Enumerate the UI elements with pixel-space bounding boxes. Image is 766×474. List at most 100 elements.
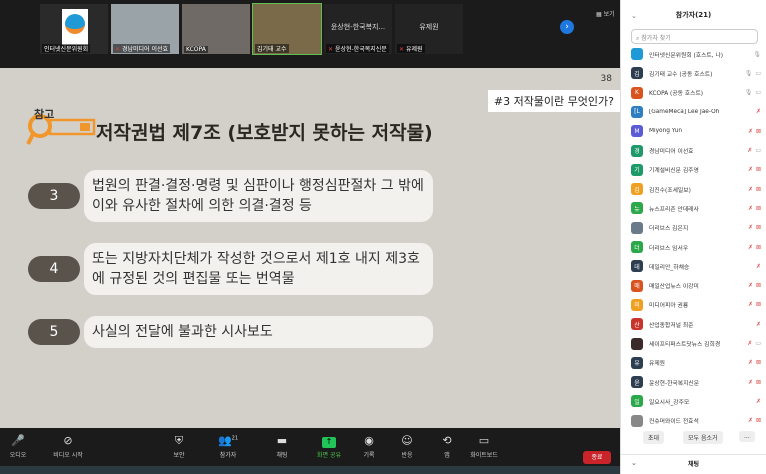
participant-row[interactable]: 세이프티퍼스트닷뉴스 김희경 ✗ ▭ bbox=[631, 337, 761, 351]
participant-row[interactable]: K KCOPA (공동 호스트) 🎙 ▭ bbox=[631, 86, 761, 100]
slide-list-item: 3 법원의 판결·결정·명령 및 심판이나 행정심판절차 그 밖에 이와 유사한 … bbox=[28, 170, 433, 222]
chat-section-header[interactable]: ⌄ 채팅 bbox=[621, 454, 766, 468]
mic-off-icon[interactable]: ✗ bbox=[748, 244, 753, 251]
video-off-icon[interactable]: ⊠ bbox=[756, 166, 761, 173]
participant-name: 더리브스 임서우 bbox=[649, 245, 689, 252]
mic-off-icon[interactable]: ✗ bbox=[756, 398, 761, 405]
mic-off-icon[interactable]: ✗ bbox=[748, 359, 753, 366]
mic-off-icon[interactable]: ✗ bbox=[748, 282, 753, 289]
shared-slide: 38 #3 저작물이란 무엇인가? 참고 저작권법 제7조 (보호받지 못하는 … bbox=[0, 68, 620, 428]
more-button[interactable]: ... bbox=[739, 431, 755, 442]
video-off-icon[interactable]: ⊠ bbox=[756, 379, 761, 386]
participant-row[interactable]: M Miyong Yun ✗ ⊠ bbox=[631, 124, 761, 138]
microphone-icon[interactable]: 🎙 bbox=[745, 70, 753, 77]
mic-off-icon[interactable]: ✗ bbox=[748, 301, 753, 308]
participant-name: 김기태 교수 (공동 호스트) bbox=[649, 71, 713, 78]
mic-off-icon[interactable]: ✗ bbox=[756, 263, 761, 270]
invite-button[interactable]: 초대 bbox=[643, 431, 665, 444]
participant-row[interactable]: 일 일요시사_강주모 ✗ bbox=[631, 394, 761, 408]
mic-off-icon[interactable]: ✗ bbox=[748, 417, 753, 424]
participant-name: 더리브스 김은지 bbox=[649, 226, 689, 233]
participant-name-tag: 인터넷신문위원회 bbox=[42, 44, 91, 53]
participant-row[interactable]: 산 산업종합저널 최준 ✗ bbox=[631, 317, 761, 331]
toolbar-video-off-button[interactable]: ⊘ 비디오 시작 bbox=[44, 434, 92, 459]
mic-off-icon[interactable]: ✗ bbox=[748, 128, 753, 135]
participant-row[interactable]: 더리브스 김은지 ✗ ⊠ bbox=[631, 221, 761, 235]
toolbar-shield-button[interactable]: ⛨ 보안 bbox=[155, 434, 203, 459]
mic-off-icon[interactable]: ✗ bbox=[748, 166, 753, 173]
video-tile[interactable]: 윤상현-한국복지... ✕ 윤상현-한국복지신문 bbox=[324, 4, 392, 54]
avatar: [L bbox=[631, 105, 643, 118]
mic-off-icon[interactable]: ✗ bbox=[747, 340, 752, 347]
mute-all-button[interactable]: 모두 음소거 bbox=[683, 431, 723, 444]
video-icon[interactable]: ▭ bbox=[755, 147, 761, 154]
slide-page-number: 38 bbox=[600, 74, 612, 84]
video-tile[interactable]: KCOPA bbox=[182, 4, 250, 54]
avatar: K bbox=[631, 86, 643, 99]
participant-row[interactable]: 더 더리브스 임서우 ✗ ⊠ bbox=[631, 240, 761, 254]
shield-icon: ⛨ bbox=[174, 434, 184, 447]
participant-row[interactable]: 김 김진수(조세일보) ✗ ⊠ bbox=[631, 182, 761, 196]
video-off-icon[interactable]: ⊠ bbox=[756, 282, 761, 289]
tile-name: KCOPA bbox=[186, 46, 206, 53]
toolbar-chat-button[interactable]: ▬ 채팅 bbox=[258, 434, 306, 459]
participant-row[interactable]: 매 매일산업뉴스 이강미 ✗ ⊠ bbox=[631, 279, 761, 293]
participant-row[interactable]: 데 데일리안_하채승 ✗ bbox=[631, 259, 761, 273]
tile-name: 유제원 bbox=[405, 46, 423, 53]
video-icon[interactable]: ▭ bbox=[755, 70, 761, 77]
toolbar-whiteboard-button[interactable]: ▭ 화이트보드 bbox=[460, 434, 508, 459]
participant-search-input[interactable]: ⌕ 참가자 찾기 bbox=[631, 29, 758, 44]
chevron-right-icon[interactable]: › bbox=[560, 20, 574, 34]
participant-row[interactable]: 미 미디어피아 권룡 ✗ ⊠ bbox=[631, 298, 761, 312]
microphone-icon[interactable]: 🎙 bbox=[745, 89, 753, 96]
video-tile[interactable]: 유제원 ✕ 유제원 bbox=[395, 4, 463, 54]
video-off-icon[interactable]: ⊠ bbox=[756, 205, 761, 212]
mic-off-icon[interactable]: ✗ bbox=[748, 205, 753, 212]
end-meeting-button[interactable]: 종료 bbox=[583, 451, 611, 464]
microphone-icon[interactable]: 🎙 bbox=[753, 51, 761, 58]
avatar bbox=[631, 221, 643, 234]
avatar: 김 bbox=[631, 183, 643, 196]
video-off-icon[interactable]: ⊠ bbox=[756, 186, 761, 193]
avatar bbox=[631, 48, 643, 60]
participant-row[interactable]: 기 기계설비신문 김주영 ✗ ⊠ bbox=[631, 163, 761, 177]
participant-name-tag: ✕ 유제원 bbox=[397, 44, 425, 53]
video-icon[interactable]: ▭ bbox=[755, 340, 761, 347]
participant-name: 윤상현-한국복지신문 bbox=[649, 380, 700, 387]
video-tile[interactable]: 인터넷신문위원회 bbox=[40, 4, 108, 54]
participant-row[interactable]: 김 김기태 교수 (공동 호스트) 🎙 ▭ bbox=[631, 66, 761, 80]
mic-off-icon[interactable]: ✗ bbox=[756, 321, 761, 328]
participant-row[interactable]: 경 경남미디어 이선효 ✗ ▭ bbox=[631, 144, 761, 158]
toolbar-label: 비디오 시작 bbox=[53, 452, 83, 459]
mic-off-icon[interactable]: ✗ bbox=[756, 108, 761, 115]
participant-row[interactable]: 인터넷신문위원회 (호스트, 나) 🎙 bbox=[631, 47, 761, 61]
video-icon[interactable]: ▭ bbox=[755, 89, 761, 96]
participant-name-large: 유제원 bbox=[419, 23, 439, 31]
participant-row[interactable]: 윤 윤상현-한국복지신문 ✗ ⊠ bbox=[631, 375, 761, 389]
participant-name: 기계설비신문 김주영 bbox=[649, 168, 699, 175]
slide-list-item: 4 또는 지방자치단체가 작성한 것으로서 제1호 내지 제3호에 규정된 것의 … bbox=[28, 243, 433, 295]
mic-off-icon[interactable]: ✗ bbox=[748, 186, 753, 193]
participant-row[interactable]: 컨슈머와이드 전효석 ✗ ⊠ bbox=[631, 414, 761, 428]
mic-off-icon[interactable]: ✗ bbox=[748, 224, 753, 231]
video-off-icon[interactable]: ⊠ bbox=[756, 301, 761, 308]
participant-row[interactable]: 유 유제원 ✗ ⊠ bbox=[631, 356, 761, 370]
view-button[interactable]: ▦ 보기 bbox=[596, 9, 615, 18]
video-tile[interactable]: 김기태 교수 bbox=[252, 3, 322, 55]
toolbar-microphone-button[interactable]: 🎤 오디오 bbox=[0, 434, 42, 459]
video-off-icon[interactable]: ⊠ bbox=[756, 128, 761, 135]
toolbar-participants-button[interactable]: 👥21 참가자 bbox=[204, 434, 252, 459]
avatar: 기 bbox=[631, 163, 643, 176]
participant-name: 데일리안_하채승 bbox=[649, 264, 690, 271]
video-tile[interactable]: ✕ 경남미디어 이선효 bbox=[111, 4, 179, 54]
video-off-icon[interactable]: ⊠ bbox=[756, 224, 761, 231]
participant-row[interactable]: 뉴 뉴스프리존 안데레사 ✗ ⊠ bbox=[631, 201, 761, 215]
video-off-icon[interactable]: ⊠ bbox=[756, 417, 761, 424]
participants-panel: ⌄ 참가자(21) ⌕ 참가자 찾기 인터넷신문위원회 (호스트, 나) 🎙 김 김기… bbox=[620, 0, 766, 474]
mic-off-icon[interactable]: ✗ bbox=[748, 379, 753, 386]
mic-off-icon[interactable]: ✗ bbox=[747, 147, 752, 154]
video-off-icon[interactable]: ⊠ bbox=[756, 359, 761, 366]
video-off-icon[interactable]: ⊠ bbox=[756, 244, 761, 251]
participant-row[interactable]: [L [GameMeca] Lee Jae-Oh ✗ bbox=[631, 105, 761, 119]
item-number: 5 bbox=[28, 319, 80, 345]
